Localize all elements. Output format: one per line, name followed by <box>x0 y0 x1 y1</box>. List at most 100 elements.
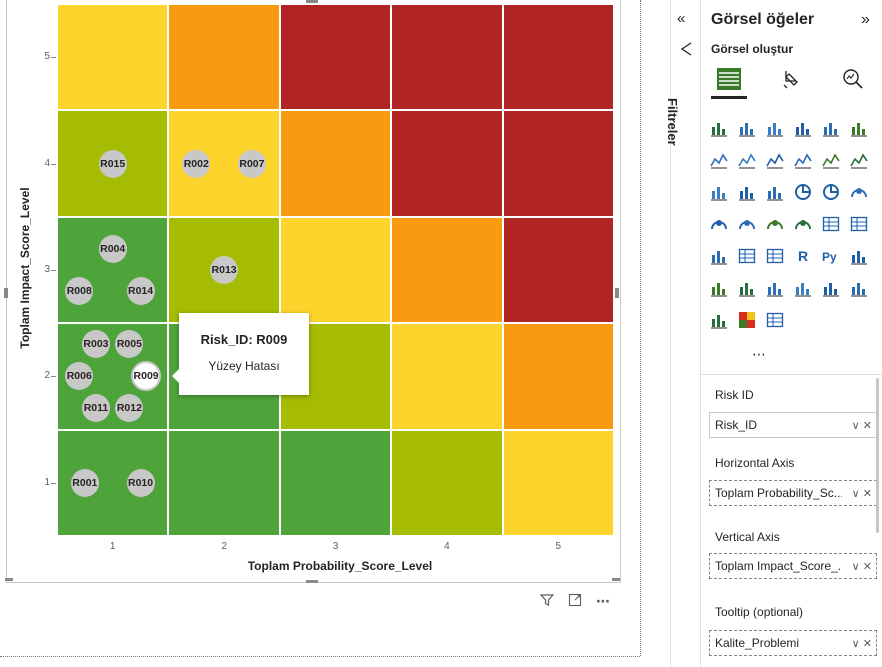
risk-point[interactable]: R011 <box>81 394 110 423</box>
well-controls[interactable]: ∨ ✕ <box>842 487 876 500</box>
decomposition-tree-icon[interactable] <box>709 278 729 298</box>
card-icon[interactable] <box>821 214 841 234</box>
qa-icon[interactable] <box>737 278 757 298</box>
risk-point[interactable]: R010 <box>126 468 155 497</box>
y-tick-label: 2 <box>44 370 50 382</box>
expand-pane-icon[interactable]: » <box>861 11 870 29</box>
risk-matrix <box>57 4 614 536</box>
resize-handle[interactable] <box>306 0 318 3</box>
well-controls[interactable]: ∨ ✕ <box>842 419 876 432</box>
slicer-icon[interactable] <box>709 246 729 266</box>
line-area-icon[interactable] <box>793 150 813 170</box>
risk-point[interactable]: R013 <box>210 256 239 284</box>
risk-matrix-visual-icon[interactable] <box>765 310 785 330</box>
pie-icon[interactable] <box>793 182 813 202</box>
more-options-icon[interactable]: ⋯ <box>596 593 611 610</box>
gauge-icon[interactable] <box>793 214 813 234</box>
viz-pane-title: Görsel öğeler <box>711 11 815 28</box>
well-risk-id[interactable]: Risk_ID ∨ ✕ <box>709 412 877 438</box>
x-axis-title: Toplam Probability_Score_Level <box>247 559 433 573</box>
line-chart-icon[interactable] <box>709 150 729 170</box>
risk-point[interactable]: R004 <box>98 234 127 263</box>
custom-visual-icon[interactable] <box>737 310 757 330</box>
canvas-border <box>640 0 641 656</box>
filter-pane-icon[interactable] <box>680 42 692 59</box>
map-icon[interactable] <box>709 214 729 234</box>
risk-point[interactable]: R014 <box>126 277 155 306</box>
stacked-bar-100-icon[interactable] <box>765 118 785 138</box>
funnel-icon[interactable] <box>737 182 757 202</box>
filter-icon[interactable] <box>539 593 555 610</box>
well-tooltip[interactable]: Kalite_Problemi ∨ ✕ <box>709 630 877 656</box>
filled-map-icon[interactable] <box>737 214 757 234</box>
x-tick-label: 3 <box>332 541 339 552</box>
y-tick-label: 4 <box>44 157 50 169</box>
divider <box>701 374 882 375</box>
clustered-column-icon[interactable] <box>821 118 841 138</box>
risk-point[interactable]: R005 <box>115 330 144 359</box>
area-chart-icon[interactable] <box>737 150 757 170</box>
well-controls[interactable]: ∨ ✕ <box>842 637 876 650</box>
ribbon-chart-icon[interactable] <box>849 150 869 170</box>
narrative-icon[interactable] <box>765 278 785 298</box>
well-horizontal-axis[interactable]: Toplam Probability_Sc... ∨ ✕ <box>709 480 877 506</box>
clustered-bar-icon[interactable] <box>737 118 757 138</box>
risk-point[interactable]: R001 <box>70 468 99 497</box>
scrollbar[interactable] <box>876 378 879 533</box>
donut-icon[interactable] <box>821 182 841 202</box>
x-tick-label: 4 <box>444 541 450 552</box>
matrix-icon[interactable] <box>765 246 785 266</box>
resize-handle[interactable] <box>5 578 13 581</box>
treemap-icon[interactable] <box>849 182 869 202</box>
risk-point[interactable]: R003 <box>81 330 110 359</box>
resize-handle[interactable] <box>306 580 318 583</box>
y-tick-mark <box>51 270 56 271</box>
power-apps-icon[interactable] <box>849 278 869 298</box>
tab-analytics[interactable] <box>835 62 871 96</box>
tab-format-visual[interactable] <box>773 62 809 96</box>
stacked-column-icon[interactable] <box>793 118 813 138</box>
resize-handle[interactable] <box>615 288 619 298</box>
matrix-cell <box>279 216 392 324</box>
collapse-filters-icon[interactable]: « <box>677 10 685 27</box>
resize-handle[interactable] <box>612 578 620 581</box>
tooltip: Risk_ID: R009 Yüzey Hatası <box>172 313 309 395</box>
power-automate-icon[interactable] <box>709 310 729 330</box>
r-visual-icon[interactable]: R <box>793 246 813 266</box>
risk-point[interactable]: R009 <box>131 361 162 392</box>
kpi-icon[interactable] <box>849 214 869 234</box>
stacked-column-100-icon[interactable] <box>849 118 869 138</box>
focus-mode-icon[interactable] <box>568 593 582 610</box>
python-visual-icon[interactable]: Py <box>821 246 841 266</box>
more-visuals-icon[interactable]: ⋯ <box>749 346 769 366</box>
risk-point[interactable]: R012 <box>115 394 144 423</box>
matrix-cell <box>391 323 503 430</box>
paginated-report-icon[interactable] <box>793 278 813 298</box>
stacked-bar-icon[interactable] <box>709 118 729 138</box>
filters-pane: « Filtreler <box>665 0 701 667</box>
risk-point[interactable]: R002 <box>182 149 211 178</box>
trophy-icon[interactable] <box>821 278 841 298</box>
tab-build-visual[interactable] <box>711 62 747 99</box>
stacked-area-icon[interactable] <box>765 150 785 170</box>
risk-point[interactable]: R007 <box>237 149 266 178</box>
table-icon[interactable] <box>737 246 757 266</box>
waterfall-icon[interactable] <box>709 182 729 202</box>
well-vertical-axis[interactable]: Toplam Impact_Score_... ∨ ✕ <box>709 553 877 579</box>
well-controls[interactable]: ∨ ✕ <box>842 560 876 573</box>
azure-map-icon[interactable] <box>765 214 785 234</box>
scatter-icon[interactable] <box>765 182 785 202</box>
key-influencers-icon[interactable] <box>849 246 869 266</box>
matrix-cell <box>279 429 392 536</box>
risk-point[interactable]: R006 <box>65 362 94 391</box>
visual-header: ⋯ <box>539 593 611 610</box>
risk-point[interactable]: R008 <box>65 277 94 306</box>
resize-handle[interactable] <box>4 288 8 298</box>
well-label-tooltip: Tooltip (optional) <box>715 605 804 619</box>
build-visual-label: Görsel oluştur <box>711 42 794 56</box>
well-value: Toplam Impact_Score_... <box>715 559 842 573</box>
line-column-icon[interactable] <box>821 150 841 170</box>
matrix-cell <box>391 429 503 536</box>
filters-label[interactable]: Filtreler <box>665 98 680 146</box>
risk-point[interactable]: R015 <box>98 149 127 178</box>
